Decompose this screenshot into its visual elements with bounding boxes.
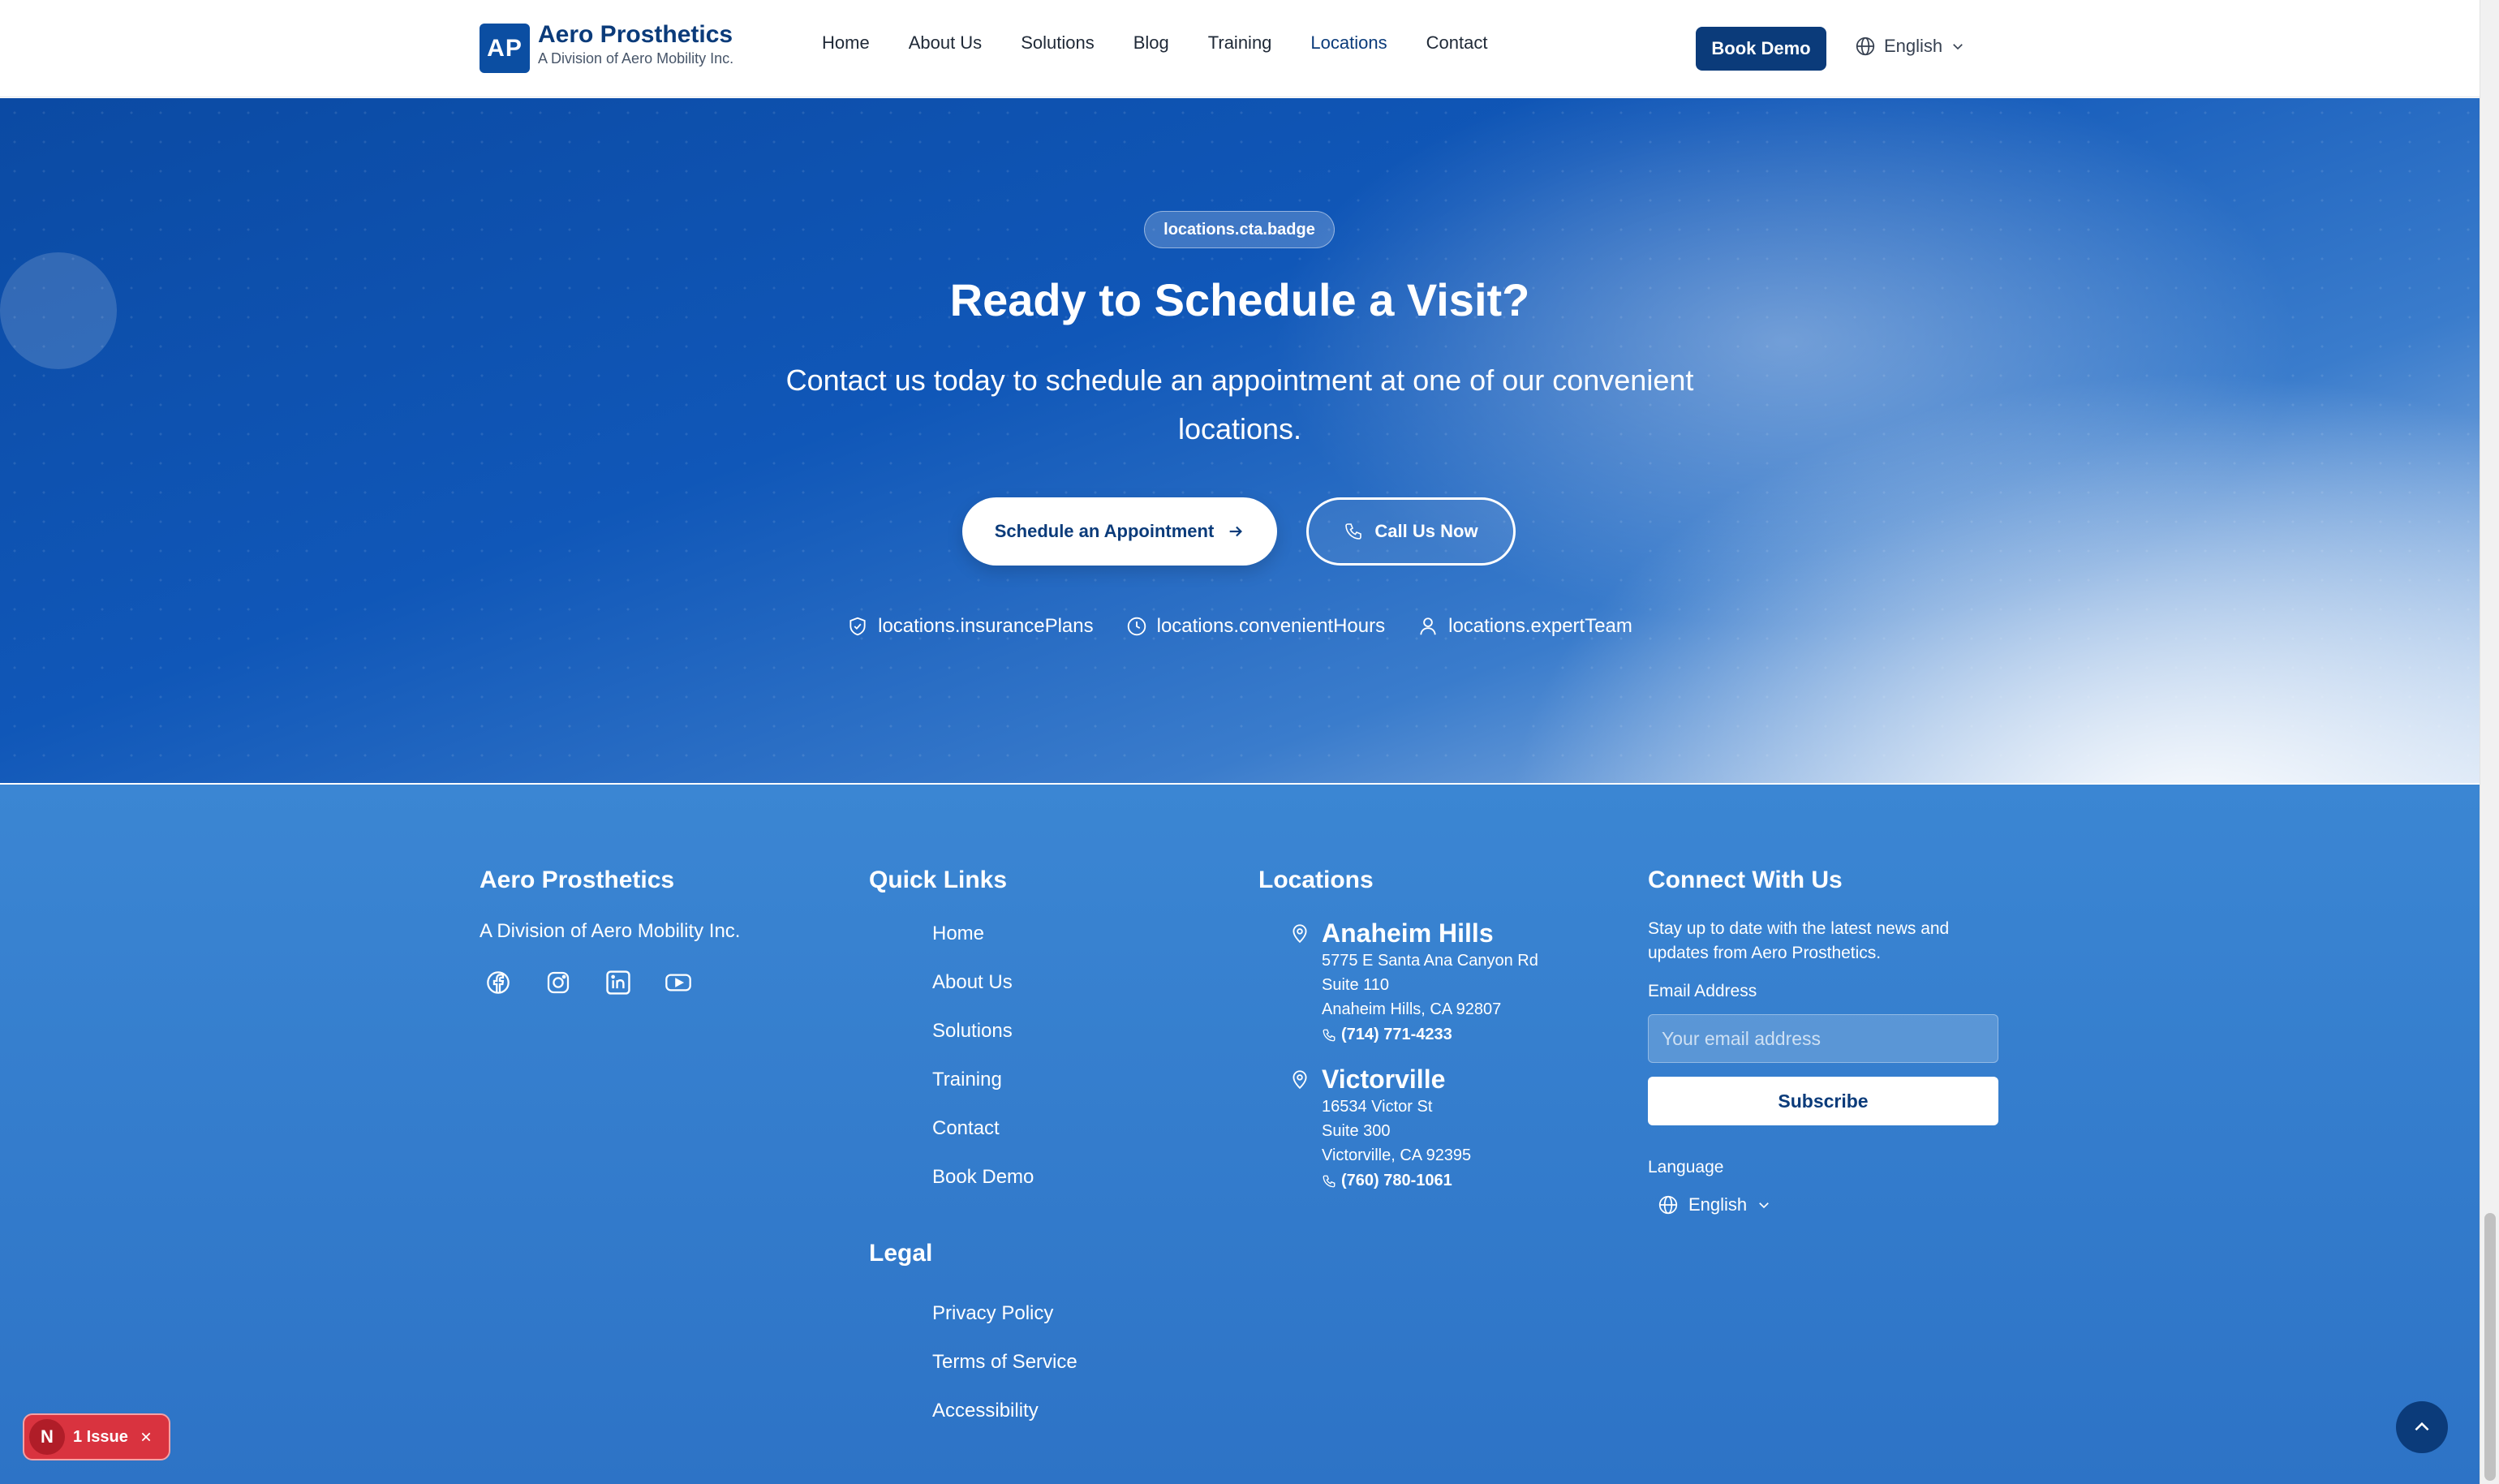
cta-title: Ready to Schedule a Visit?: [949, 274, 1530, 325]
call-us-label: Call Us Now: [1374, 521, 1478, 541]
email-label: Email Address: [1648, 982, 1757, 1000]
location-address-line: Suite 300: [1322, 1122, 1391, 1140]
nav-solutions[interactable]: Solutions: [1021, 32, 1095, 54]
shield-check-icon: [849, 617, 866, 636]
location-address-line: 16534 Victor St: [1322, 1098, 1433, 1116]
newsletter-email-input[interactable]: [1648, 1014, 1998, 1063]
schedule-appointment-button[interactable]: Schedule an Appointment: [962, 497, 1277, 566]
footer-tagline: A Division of Aero Mobility Inc.: [480, 920, 741, 942]
footer-link-home[interactable]: Home: [932, 923, 1034, 971]
footer-language-value: English: [1688, 1194, 1748, 1215]
language-label: English: [1884, 36, 1943, 56]
location-phone-link[interactable]: (714) 771-4233: [1322, 1026, 1538, 1044]
back-to-top-button[interactable]: [2396, 1401, 2448, 1453]
clock-icon: [1127, 617, 1146, 636]
nav-about-us[interactable]: About Us: [909, 32, 983, 54]
footer-language-selector[interactable]: English: [1658, 1194, 1771, 1215]
location-anaheim-hills: Anaheim Hills 5775 E Santa Ana Canyon Rd…: [1293, 918, 1538, 1044]
locations-title: Locations: [1258, 867, 1374, 893]
chevron-down-icon: [1759, 1202, 1769, 1209]
dev-tools-logo: N: [29, 1419, 65, 1455]
scrollbar-thumb[interactable]: [2484, 1213, 2496, 1481]
location-phone: (714) 771-4233: [1341, 1026, 1452, 1043]
cta-section: locations.cta.badge Ready to Schedule a …: [0, 98, 2480, 783]
subscribe-button[interactable]: Subscribe: [1648, 1077, 1998, 1125]
nav-home[interactable]: Home: [822, 32, 870, 54]
facebook-icon[interactable]: [484, 968, 513, 997]
phone-icon: [1345, 523, 1362, 540]
quick-links-list: Home About Us Solutions Training Contact…: [932, 923, 1034, 1215]
feature-list: locations.insurancePlans locations.conve…: [0, 615, 2480, 638]
newsletter-description: Stay up to date with the latest news and…: [1648, 919, 1950, 962]
footer-brand-title: Aero Prosthetics: [480, 867, 675, 893]
feature-team: locations.expertTeam: [1417, 615, 1632, 638]
map-pin-icon: [1293, 924, 1307, 944]
chevron-down-icon: [1953, 44, 1963, 50]
location-phone-link[interactable]: (760) 780-1061: [1322, 1172, 1471, 1190]
cta-subtitle: Contact us today to schedule an appointm…: [785, 363, 1694, 445]
brand-name[interactable]: Aero Prosthetics: [538, 21, 733, 49]
feature-insurance-label: locations.insurancePlans: [878, 615, 1094, 637]
call-us-button[interactable]: Call Us Now: [1306, 497, 1516, 566]
nav-blog[interactable]: Blog: [1133, 32, 1169, 54]
footer-link-book-demo[interactable]: Book Demo: [932, 1166, 1034, 1215]
footer-link-terms-of-service[interactable]: Terms of Service: [932, 1351, 1077, 1400]
language-label: Language: [1648, 1158, 1724, 1176]
language-selector[interactable]: English: [1855, 36, 1965, 57]
logo[interactable]: AP: [480, 24, 530, 73]
footer-link-solutions[interactable]: Solutions: [932, 1020, 1034, 1069]
phone-icon: [1323, 1175, 1336, 1187]
instagram-icon[interactable]: [544, 968, 573, 997]
location-name: Victorville: [1322, 1065, 1446, 1094]
cta-badge: locations.cta.badge: [1144, 211, 1335, 248]
book-demo-button[interactable]: Book Demo: [1696, 27, 1826, 71]
nav-locations[interactable]: Locations: [1310, 32, 1387, 54]
nav-training[interactable]: Training: [1208, 32, 1272, 54]
footer-link-about-us[interactable]: About Us: [932, 971, 1034, 1020]
page-scrollbar[interactable]: [2480, 0, 2499, 1484]
location-name: Anaheim Hills: [1322, 918, 1494, 948]
issues-count: 1 Issue: [73, 1427, 128, 1446]
footer-link-privacy-policy[interactable]: Privacy Policy: [932, 1302, 1077, 1351]
youtube-icon[interactable]: [664, 968, 693, 997]
map-pin-icon: [1293, 1070, 1307, 1090]
phone-icon: [1323, 1029, 1336, 1041]
site-header: AP Aero Prosthetics A Division of Aero M…: [0, 0, 2480, 97]
feature-hours-label: locations.convenientHours: [1156, 615, 1386, 637]
nav-contact[interactable]: Contact: [1426, 32, 1488, 54]
location-victorville: Victorville 16534 Victor St Suite 300 Vi…: [1293, 1065, 1472, 1190]
legal-links-list: Privacy Policy Terms of Service Accessib…: [932, 1302, 1077, 1448]
location-address-line: Anaheim Hills, CA 92807: [1322, 1000, 1502, 1018]
footer-link-training[interactable]: Training: [932, 1069, 1034, 1117]
close-icon[interactable]: [140, 1430, 153, 1443]
legal-title: Legal: [869, 1240, 933, 1267]
social-links: [484, 968, 693, 997]
feature-hours: locations.convenientHours: [1126, 615, 1386, 638]
location-phone: (760) 780-1061: [1341, 1172, 1452, 1189]
arrow-right-icon: [1229, 526, 1243, 537]
quick-links-title: Quick Links: [869, 867, 1008, 893]
connect-title: Connect With Us: [1648, 867, 1843, 893]
globe-icon: [1658, 1195, 1678, 1215]
linkedin-icon[interactable]: [604, 968, 633, 997]
location-address-line: 5775 E Santa Ana Canyon Rd: [1322, 952, 1538, 970]
location-address-line: Victorville, CA 92395: [1322, 1146, 1472, 1164]
chevron-up-icon: [2415, 1422, 2429, 1431]
dev-issues-badge[interactable]: N 1 Issue: [23, 1413, 170, 1460]
location-address-line: Suite 110: [1322, 976, 1390, 994]
user-icon: [1420, 617, 1436, 635]
main-nav: Home About Us Solutions Blog Training Lo…: [822, 32, 1526, 54]
feature-insurance: locations.insurancePlans: [847, 615, 1094, 638]
footer-link-contact[interactable]: Contact: [932, 1117, 1034, 1166]
footer-link-accessibility[interactable]: Accessibility: [932, 1400, 1077, 1448]
feature-team-label: locations.expertTeam: [1448, 615, 1632, 637]
schedule-appointment-label: Schedule an Appointment: [994, 521, 1215, 541]
site-footer: Aero Prosthetics A Division of Aero Mobi…: [0, 783, 2480, 1484]
globe-icon: [1856, 37, 1875, 56]
brand-subtitle: A Division of Aero Mobility Inc.: [538, 50, 734, 67]
